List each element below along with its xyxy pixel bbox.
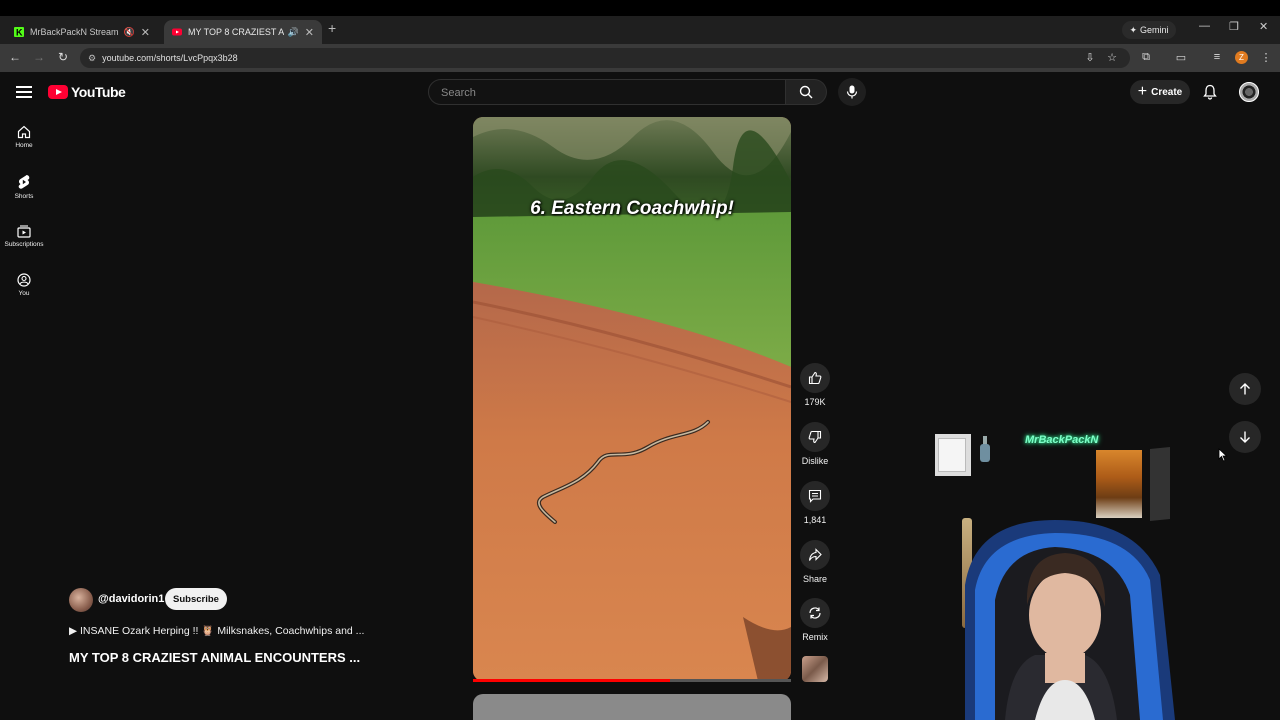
- youtube-logo[interactable]: YouTube: [48, 84, 126, 100]
- thumbs-down-icon: [808, 430, 822, 444]
- site-info-icon[interactable]: ⚙: [88, 53, 96, 64]
- next-short-button[interactable]: [1229, 421, 1261, 453]
- gemini-button[interactable]: ✦ Gemini: [1122, 21, 1176, 39]
- bottle-image: [980, 436, 990, 462]
- subscriptions-icon: [17, 225, 31, 238]
- arrow-down-icon: [1240, 431, 1250, 443]
- share-label: Share: [802, 574, 828, 584]
- url-text: youtube.com/shorts/LvcPpqx3b28: [102, 53, 238, 63]
- audio-playing-icon[interactable]: 🔊: [288, 27, 299, 38]
- short-title[interactable]: MY TOP 8 CRAZIEST ANIMAL ENCOUNTERS ...: [69, 650, 360, 665]
- kick-favicon-icon: K: [14, 27, 24, 37]
- like-count: 179K: [804, 397, 826, 407]
- channel-handle[interactable]: @davidorin1: [98, 593, 164, 605]
- thumbs-up-icon: [808, 371, 822, 385]
- tab-title: MrBackPackN Stream - Wa: [30, 27, 120, 37]
- dislike-label: Dislike: [801, 456, 829, 466]
- close-tab-icon[interactable]: ✕: [141, 26, 150, 39]
- youtube-favicon-icon: [172, 28, 182, 36]
- comment-count: 1,841: [803, 515, 827, 525]
- back-icon[interactable]: ←: [7, 50, 23, 64]
- remix-label: Remix: [802, 632, 828, 642]
- notifications-bell-icon[interactable]: [1202, 84, 1218, 105]
- reload-icon[interactable]: ↻: [55, 50, 71, 64]
- video-overlay-caption: 6. Eastern Coachwhip!: [530, 198, 734, 219]
- sidebar-item-shorts[interactable]: Shorts: [0, 174, 48, 200]
- plus-icon: +: [1137, 83, 1148, 100]
- overlay-dark-card: [1150, 446, 1170, 522]
- install-app-icon[interactable]: ⇩: [1083, 51, 1097, 64]
- subscribe-button[interactable]: Subscribe: [165, 588, 227, 610]
- microphone-icon: [846, 85, 858, 99]
- sidebar-item-label: Shorts: [14, 193, 34, 200]
- sidebar-item-subscriptions[interactable]: Subscriptions: [0, 224, 48, 248]
- close-window-icon[interactable]: ✕: [1259, 20, 1268, 33]
- search-box[interactable]: [428, 79, 786, 105]
- tiger-image: [1096, 450, 1142, 518]
- arrow-up-icon: [1240, 383, 1250, 395]
- cast-icon[interactable]: ▭: [1174, 51, 1188, 64]
- extensions-icon[interactable]: ⧉: [1139, 51, 1153, 64]
- create-label: Create: [1151, 86, 1183, 98]
- sidebar-item-label: Subscriptions: [4, 241, 44, 248]
- mouse-cursor-icon: [1218, 448, 1228, 462]
- hamburger-menu-icon[interactable]: [16, 84, 32, 100]
- dislike-button[interactable]: Dislike: [800, 422, 830, 466]
- progress-bar-fill: [473, 679, 671, 682]
- window-titlebar: [0, 0, 1280, 16]
- restore-icon[interactable]: ❐: [1229, 20, 1239, 33]
- youtube-play-icon: [48, 85, 68, 99]
- sound-channel-thumbnail[interactable]: [802, 656, 828, 682]
- shorts-icon: [18, 175, 30, 189]
- search-input[interactable]: [439, 86, 773, 100]
- minimize-icon[interactable]: —: [1199, 20, 1210, 32]
- sparkle-icon: ✦: [1129, 24, 1138, 35]
- short-description[interactable]: ▶ INSANE Ozark Herping !! 🦉 Milksnakes, …: [69, 624, 364, 637]
- gemini-label: Gemini: [1140, 25, 1169, 35]
- like-button[interactable]: 179K: [800, 363, 830, 407]
- sidebar-item-home[interactable]: Home: [0, 125, 48, 149]
- voice-search-button[interactable]: [838, 78, 866, 106]
- bookmark-star-icon[interactable]: ☆: [1105, 51, 1119, 64]
- media-controls-icon[interactable]: ≡: [1210, 51, 1224, 63]
- home-icon: [17, 125, 31, 139]
- account-avatar[interactable]: [1239, 82, 1259, 102]
- create-button[interactable]: + Create: [1130, 80, 1190, 104]
- muted-audio-icon[interactable]: 🔇: [124, 27, 135, 38]
- next-short-preview[interactable]: [473, 694, 791, 720]
- forward-icon[interactable]: →: [31, 50, 47, 64]
- new-tab-icon[interactable]: +: [328, 20, 336, 36]
- tab-title: MY TOP 8 CRAZIEST ANIM: [188, 27, 284, 37]
- share-button[interactable]: Share: [800, 540, 830, 584]
- logo-text: YouTube: [71, 84, 126, 100]
- previous-short-button[interactable]: [1229, 373, 1261, 405]
- stream-brand-text: MrBackPackN: [1025, 434, 1099, 446]
- address-bar[interactable]: ⚙ youtube.com/shorts/LvcPpqx3b28: [80, 48, 1130, 68]
- sidebar-item-you[interactable]: You: [0, 273, 48, 297]
- streamer-webcam: [965, 520, 1175, 720]
- search-icon: [799, 85, 813, 99]
- share-icon: [808, 548, 822, 561]
- you-icon: [17, 273, 31, 287]
- stream-overlay-card-inner: [938, 438, 966, 472]
- sidebar-item-label: Home: [15, 142, 33, 149]
- sidebar-item-label: You: [18, 290, 30, 297]
- profile-avatar[interactable]: Z: [1235, 51, 1248, 64]
- remix-icon: [809, 607, 821, 619]
- remix-button[interactable]: Remix: [800, 598, 830, 642]
- tab-youtube[interactable]: MY TOP 8 CRAZIEST ANIM 🔊 ✕: [164, 20, 322, 44]
- comments-button[interactable]: 1,841: [800, 481, 830, 525]
- search-button[interactable]: [786, 79, 827, 105]
- comment-icon: [808, 489, 822, 503]
- tab-strip: K MrBackPackN Stream - Wa 🔇 ✕ MY TOP 8 C…: [0, 16, 1280, 44]
- svg-text:K: K: [16, 28, 23, 38]
- tab-stream[interactable]: K MrBackPackN Stream - Wa 🔇 ✕: [6, 20, 158, 44]
- close-tab-icon[interactable]: ✕: [305, 26, 314, 39]
- channel-avatar[interactable]: [69, 588, 93, 612]
- menu-kebab-icon[interactable]: ⋮: [1259, 51, 1273, 64]
